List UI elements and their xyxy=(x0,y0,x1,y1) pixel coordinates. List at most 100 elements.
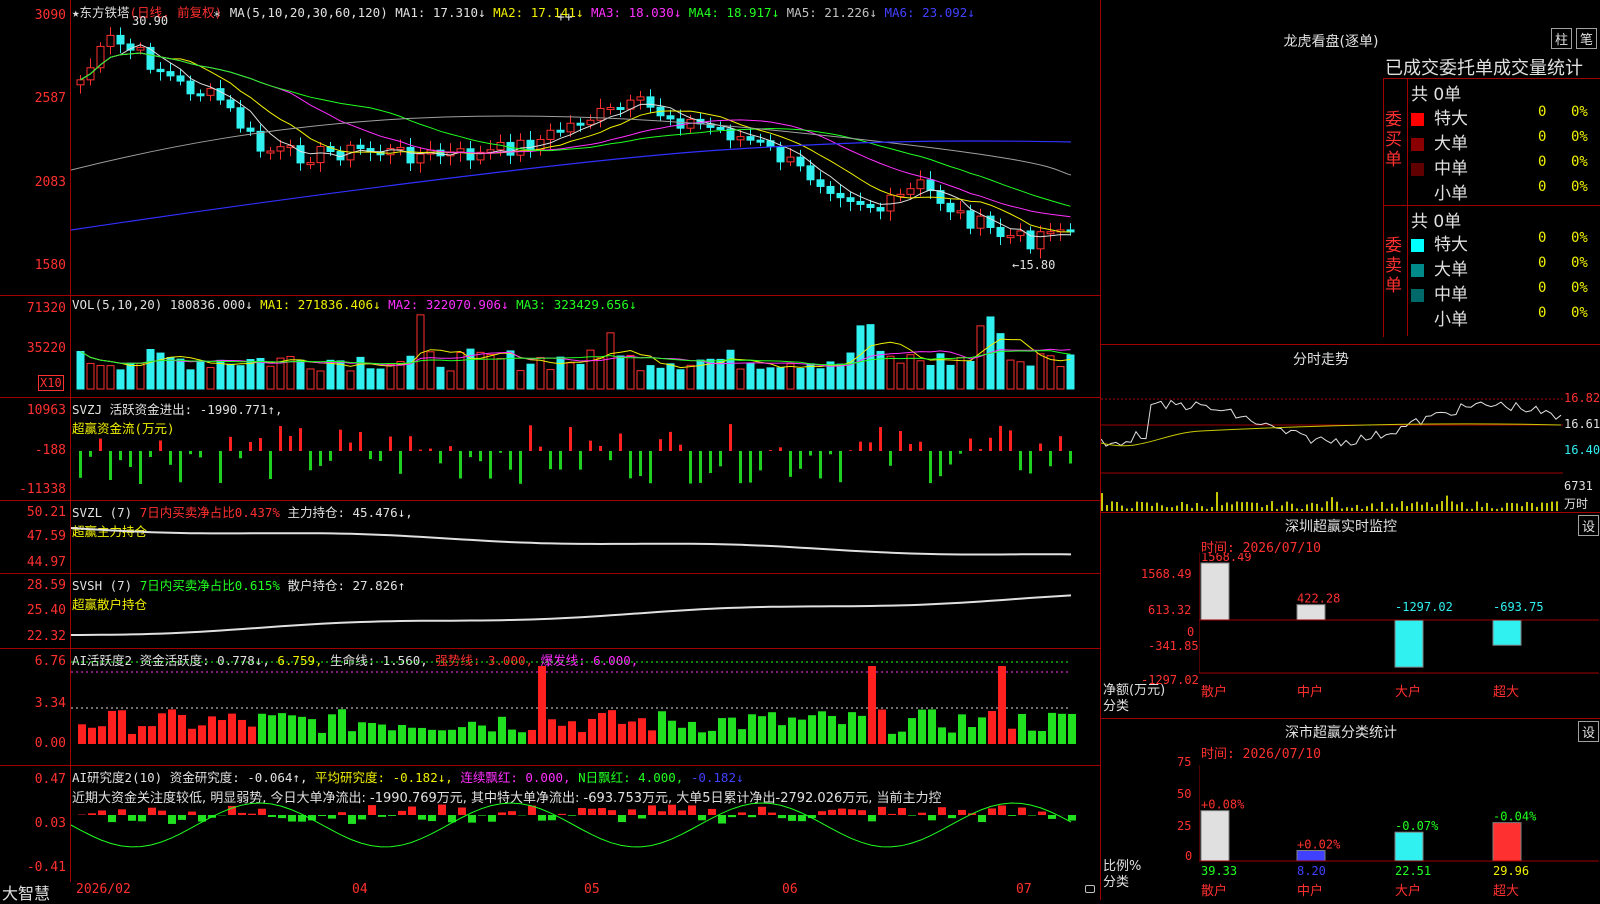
activity-bar xyxy=(908,718,916,744)
research-bar xyxy=(778,815,786,818)
y-label: 0.03 xyxy=(0,816,66,831)
volume-bar xyxy=(217,360,224,389)
intraday-volume-bar xyxy=(1416,502,1418,511)
intraday-price-high: 16.82 xyxy=(1564,391,1600,405)
candle xyxy=(117,35,124,44)
intraday-volume-bar xyxy=(1396,507,1398,511)
activity-bar xyxy=(358,722,366,744)
activity-bar xyxy=(788,718,796,744)
volume-bar xyxy=(967,362,974,389)
sc-stats-chart[interactable]: +0.08%39.33散户+0.02%8.20中户-0.07%22.51大户-0… xyxy=(1199,739,1599,899)
research-bar xyxy=(558,814,566,815)
fund-flow-bar xyxy=(449,446,452,451)
buy-row-label: 特大 xyxy=(1434,109,1468,129)
fund-flow-bar xyxy=(399,451,402,474)
svzj-axis: 10963 -188 -11338 xyxy=(0,397,71,500)
fund-flow-bar xyxy=(699,451,702,483)
svzj-panel[interactable]: 10963 -188 -11338 SVZJ 活跃资金进出: -1990.771… xyxy=(0,397,1100,501)
svzj-chart[interactable] xyxy=(71,397,1099,500)
buy-row-label: 小单 xyxy=(1434,184,1468,204)
volume-bar xyxy=(787,364,794,389)
intraday-volume-bar xyxy=(1521,506,1523,511)
volume-bar xyxy=(657,368,664,389)
sz-settings-button[interactable]: 设 xyxy=(1578,515,1599,536)
activity-bar xyxy=(298,717,306,744)
sz-monitor-chart[interactable]: 1568.49散户422.28中户-1297.02大户-693.75超大 xyxy=(1199,553,1599,703)
fund-flow-bar xyxy=(119,451,122,460)
research-bar xyxy=(108,815,116,822)
volume-bar xyxy=(267,366,274,389)
volume-bar xyxy=(917,361,924,389)
research-bar xyxy=(998,806,1006,815)
intraday-volume-unit: 万时 xyxy=(1564,495,1588,512)
activity-bar xyxy=(668,721,676,744)
volume-bar xyxy=(307,369,314,389)
intraday-volume-bar xyxy=(1236,502,1238,511)
intraday-volume-bar xyxy=(1541,503,1543,511)
intraday-volume-bar xyxy=(1291,504,1293,511)
volume-chart[interactable] xyxy=(71,295,1099,397)
intraday-volume-bar xyxy=(1401,501,1403,511)
fund-flow-bar xyxy=(959,451,962,454)
activity-bar xyxy=(1038,731,1046,744)
ai-research-panel[interactable]: 0.47 0.03 -0.41 AI研究度2(10) 资金研究度: -0.064… xyxy=(0,765,1100,884)
research-bar xyxy=(908,815,916,816)
research-bar xyxy=(948,815,956,818)
column-view-button[interactable]: 柱 xyxy=(1551,28,1572,49)
svsh-chart[interactable] xyxy=(71,573,1099,648)
fund-flow-bar xyxy=(419,450,422,451)
intraday-volume-bar xyxy=(1486,503,1488,511)
ai-research-chart[interactable] xyxy=(71,765,1099,883)
kline-panel[interactable]: 3090 2587 2083 1580 ★东方铁塔(日线, 前复权) MA(5,… xyxy=(0,0,1100,296)
research-bar xyxy=(878,807,886,815)
volume-bar xyxy=(1057,367,1064,389)
fund-flow-bar xyxy=(759,451,762,470)
volume-bar xyxy=(297,360,304,389)
volume-panel[interactable]: 71320 35220 X10 VOL(5,10,20) 180836.000↓… xyxy=(0,295,1100,398)
brand-logo[interactable]: 大智慧 xyxy=(2,880,50,904)
intraday-volume-bar xyxy=(1531,503,1533,511)
activity-bar xyxy=(728,718,736,744)
activity-bar xyxy=(638,718,646,744)
research-bar xyxy=(498,812,506,815)
retail-hold-line xyxy=(71,595,1071,635)
sell-row-label: 小单 xyxy=(1434,310,1468,330)
svzl-panel[interactable]: 50.21 47.59 44.97 SVZL (7) 7日内买卖净占比0.437… xyxy=(0,500,1100,574)
svsh-panel[interactable]: 28.59 25.40 22.32 SVSH (7) 7日内买卖净占比0.615… xyxy=(0,573,1100,649)
research-bar xyxy=(1018,808,1026,815)
activity-bar xyxy=(108,711,116,744)
volume-bar xyxy=(667,364,674,389)
candlestick-chart[interactable] xyxy=(71,0,1099,295)
intraday-chart[interactable] xyxy=(1101,373,1563,511)
activity-bar xyxy=(318,733,326,744)
lock-icon[interactable] xyxy=(1085,885,1095,893)
buy-row-value: 0 xyxy=(1538,154,1546,170)
intraday-section[interactable]: 分时走势 16.82 16.61 16.40 6731 万时 xyxy=(1101,344,1600,513)
fund-flow-bar xyxy=(259,438,262,451)
research-bar xyxy=(398,811,406,815)
intraday-volume-bar xyxy=(1391,504,1393,511)
ai-activity-panel[interactable]: 6.76 3.34 0.00 AI活跃度2 资金活跃度: 0.778↓, 6.7… xyxy=(0,648,1100,766)
sc-category: 中户 xyxy=(1297,883,1323,899)
date-tick: 04 xyxy=(352,882,368,897)
fund-flow-bar xyxy=(269,451,272,479)
activity-bar xyxy=(878,710,886,744)
intraday-volume-bar xyxy=(1336,502,1338,511)
fund-flow-bar xyxy=(599,446,602,451)
buy-mid-swatch xyxy=(1411,163,1424,176)
intraday-volume-bar xyxy=(1366,506,1368,511)
intraday-volume-bar xyxy=(1221,505,1223,511)
fund-flow-bar xyxy=(1049,451,1052,466)
stroke-view-button[interactable]: 笔 xyxy=(1576,28,1597,49)
volume-bar xyxy=(687,365,694,389)
svzl-chart[interactable] xyxy=(71,500,1099,573)
y-label: 25.40 xyxy=(0,603,66,618)
buy-row-value: 0 xyxy=(1538,104,1546,120)
volume-bar xyxy=(537,357,544,389)
buy-row-pct: 0% xyxy=(1571,104,1588,120)
intraday-volume-bar xyxy=(1431,507,1433,511)
volume-bar xyxy=(647,366,654,389)
ai-research-axis: 0.47 0.03 -0.41 xyxy=(0,765,71,883)
research-bar xyxy=(358,815,366,819)
ai-activity-chart[interactable] xyxy=(71,648,1099,765)
